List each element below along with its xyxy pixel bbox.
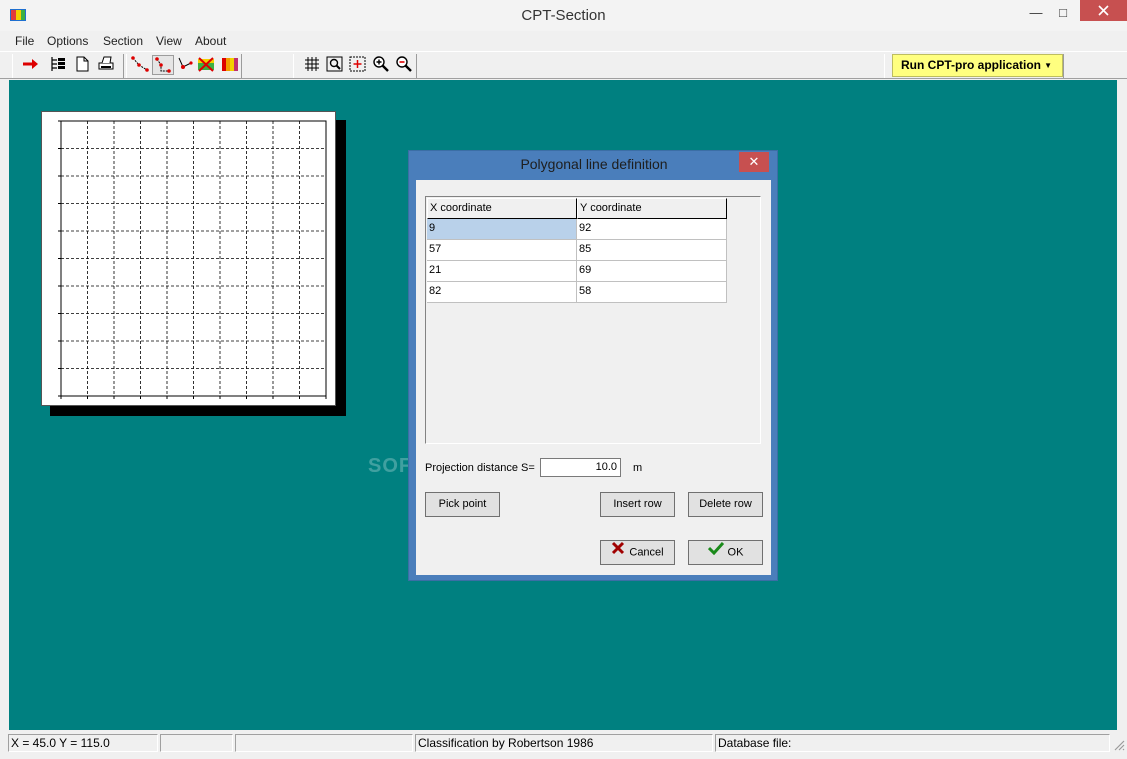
color-section-icon[interactable] [220, 55, 242, 75]
ok-button[interactable]: OK [688, 540, 763, 565]
grid-cell[interactable]: 9 [427, 219, 577, 240]
arrow-right-icon[interactable] [20, 55, 42, 75]
column-header-x[interactable]: X coordinate [427, 198, 577, 219]
status-database-file: Database file: [715, 734, 1110, 752]
column-header-y[interactable]: Y coordinate [577, 198, 727, 219]
maximize-icon[interactable]: □ [1048, 0, 1078, 27]
grid-cell[interactable]: 82 [427, 282, 577, 303]
section-cross-icon[interactable] [196, 55, 218, 75]
check-icon [707, 541, 724, 564]
dropdown-arrow-icon: ▼ [1044, 61, 1052, 70]
cancel-label: Cancel [629, 546, 664, 559]
projection-distance-input[interactable]: 10.0 [540, 458, 621, 477]
menu-options[interactable]: Options [47, 34, 88, 48]
insert-row-button[interactable]: Insert row [600, 492, 675, 517]
plot-grid [58, 120, 327, 399]
resize-grip-icon[interactable] [1113, 739, 1125, 751]
ok-label: OK [727, 546, 744, 559]
grid-cell[interactable]: 21 [427, 261, 577, 282]
grid-cell[interactable]: 69 [577, 261, 727, 282]
status-panel-2 [160, 734, 233, 752]
new-document-icon[interactable] [72, 55, 94, 75]
dialog-title: Polygonal line definition [520, 156, 668, 172]
zoom-window-icon[interactable] [325, 55, 347, 75]
projection-unit-label: m [633, 462, 643, 474]
dialog-body: X coordinate Y coordinate 9 92 57 85 21 … [416, 180, 771, 575]
zoom-out-icon[interactable] [394, 55, 416, 75]
polyline-icon[interactable] [130, 55, 152, 75]
plot-preview[interactable] [41, 111, 336, 406]
status-classification: Classification by Robertson 1986 [415, 734, 713, 752]
window-title: CPT-Section [521, 7, 606, 24]
toolbar: Run CPT-pro application ▼ [0, 51, 1127, 79]
zoom-in-icon[interactable] [371, 55, 393, 75]
run-cpt-pro-label: Run CPT-pro application [901, 58, 1041, 72]
cancel-x-icon [611, 541, 625, 564]
polygonal-line-dialog: Polygonal line definition ✕ X coordinate… [408, 150, 778, 581]
status-coordinates: X = 45.0 Y = 115.0 [8, 734, 158, 752]
grid-cell[interactable]: 58 [577, 282, 727, 303]
menu-file[interactable]: File [15, 34, 34, 48]
edit-polyline-icon[interactable] [152, 55, 174, 75]
grid-cell[interactable]: 92 [577, 219, 727, 240]
status-bar: X = 45.0 Y = 115.0 Classification by Rob… [0, 733, 1127, 759]
close-icon[interactable] [1080, 0, 1127, 21]
run-cpt-pro-button[interactable]: Run CPT-pro application ▼ [892, 54, 1063, 77]
title-bar: CPT-Section — □ [0, 0, 1127, 31]
grid-cell[interactable]: 85 [577, 240, 727, 261]
status-panel-3 [235, 734, 413, 752]
pick-point-button[interactable]: Pick point [425, 492, 500, 517]
print-icon[interactable] [96, 55, 118, 75]
menu-section[interactable]: Section [103, 34, 143, 48]
menu-bar: File Options Section View About [0, 31, 1127, 51]
projection-distance-label: Projection distance S= [425, 462, 535, 474]
grid-icon[interactable] [302, 55, 324, 75]
point-line-icon[interactable] [174, 55, 196, 75]
coordinate-grid[interactable]: X coordinate Y coordinate 9 92 57 85 21 … [425, 196, 761, 444]
menu-view[interactable]: View [156, 34, 182, 48]
dialog-close-icon[interactable]: ✕ [739, 152, 769, 172]
delete-row-button[interactable]: Delete row [688, 492, 763, 517]
menu-about[interactable]: About [195, 34, 226, 48]
zoom-center-icon[interactable] [348, 55, 370, 75]
grid-cell[interactable]: 57 [427, 240, 577, 261]
minimize-icon[interactable]: — [1021, 0, 1051, 27]
cancel-button[interactable]: Cancel [600, 540, 675, 565]
tree-list-icon[interactable] [48, 55, 70, 75]
